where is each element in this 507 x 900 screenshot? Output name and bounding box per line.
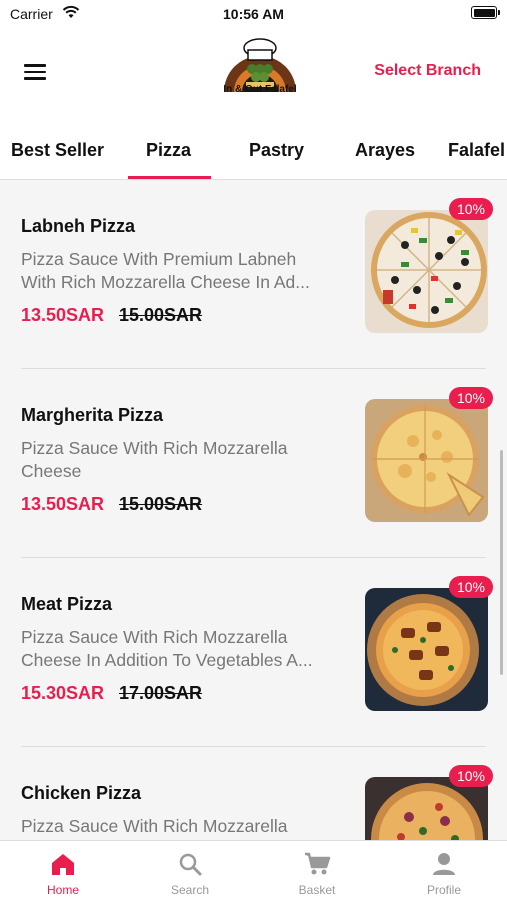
bottom-navigation: Home Search Basket Profile bbox=[0, 840, 507, 900]
product-item[interactable]: Meat Pizza Pizza Sauce With Rich Mozzare… bbox=[0, 558, 507, 747]
description-line: Pizza Sauce With Rich Mozzarella bbox=[21, 816, 288, 836]
nav-basket[interactable]: Basket bbox=[254, 841, 380, 900]
home-icon bbox=[52, 854, 74, 875]
discount-badge: 10% bbox=[449, 198, 493, 220]
discount-badge: 10% bbox=[449, 576, 493, 598]
discount-badge: 10% bbox=[449, 387, 493, 409]
description-line: With Rich Mozzarella Cheese In Ad... bbox=[21, 272, 310, 292]
tab-arayes[interactable]: Arayes bbox=[355, 140, 415, 161]
product-old-price: 17.00SAR bbox=[119, 683, 203, 703]
product-old-price: 15.00SAR bbox=[119, 305, 203, 325]
category-tabs: Best Seller Pizza Pastry Arayes Falafel bbox=[0, 120, 507, 180]
nav-label: Basket bbox=[298, 883, 336, 897]
product-old-price: 15.00SAR bbox=[119, 494, 203, 514]
product-price: 13.50SAR bbox=[21, 305, 105, 325]
nav-label: Search bbox=[170, 883, 210, 897]
description-line: Pizza Sauce With Premium Labneh bbox=[21, 249, 297, 269]
menu-line-icon bbox=[24, 70, 46, 73]
scrollbar[interactable] bbox=[500, 450, 503, 675]
product-description: Pizza Sauce With Rich Mozzarella Cheese bbox=[21, 437, 343, 483]
menu-line-icon bbox=[24, 64, 46, 67]
description-line: Cheese bbox=[21, 461, 82, 481]
tab-pizza[interactable]: Pizza bbox=[146, 140, 191, 161]
product-price: 13.50SAR bbox=[21, 494, 105, 514]
tab-falafel[interactable]: Falafel bbox=[448, 140, 505, 161]
product-name: Margherita Pizza bbox=[21, 405, 164, 425]
select-branch-button[interactable]: Select Branch bbox=[374, 62, 481, 80]
battery-icon bbox=[471, 6, 500, 19]
brand-logo-text: In & Out Falafel bbox=[223, 84, 297, 95]
menu-line-icon bbox=[24, 77, 46, 80]
tab-pastry[interactable]: Pastry bbox=[249, 140, 304, 161]
discount-badge: 10% bbox=[449, 765, 493, 787]
product-list[interactable]: Labneh Pizza Pizza Sauce With Premium La… bbox=[0, 180, 507, 840]
product-price: 15.30SAR bbox=[21, 683, 105, 703]
product-description: Pizza Sauce With Premium Labneh With Ric… bbox=[21, 248, 343, 294]
nav-search[interactable]: Search bbox=[127, 841, 253, 900]
product-name: Meat Pizza bbox=[21, 594, 113, 614]
product-description: Pizza Sauce With Rich Mozzarella Cheese … bbox=[21, 626, 343, 672]
product-description: Pizza Sauce With Rich Mozzarella bbox=[21, 815, 343, 838]
cart-icon bbox=[305, 852, 331, 875]
search-icon bbox=[179, 853, 202, 876]
product-item[interactable]: Labneh Pizza Pizza Sauce With Premium La… bbox=[0, 180, 507, 369]
description-line: Cheese In Addition To Vegetables A... bbox=[21, 650, 313, 670]
description-line: Pizza Sauce With Rich Mozzarella bbox=[21, 627, 288, 647]
nav-home[interactable]: Home bbox=[0, 841, 126, 900]
meat-pizza-image[interactable] bbox=[365, 588, 488, 711]
product-name: Labneh Pizza bbox=[21, 216, 136, 236]
status-time: 10:56 AM bbox=[223, 6, 284, 22]
profile-icon bbox=[433, 853, 455, 875]
status-bar: Carrier 10:56 AM bbox=[0, 0, 507, 30]
description-line: Pizza Sauce With Rich Mozzarella bbox=[21, 438, 288, 458]
product-name: Chicken Pizza bbox=[21, 783, 142, 803]
product-item[interactable]: Chicken Pizza Pizza Sauce With Rich Mozz… bbox=[0, 747, 507, 840]
nav-label: Home bbox=[46, 883, 79, 897]
nav-label: Profile bbox=[426, 883, 461, 897]
veggie-pizza-image[interactable] bbox=[365, 210, 488, 333]
tab-best-seller[interactable]: Best Seller bbox=[11, 140, 104, 161]
app-header: In & Out Falafel Select Branch bbox=[0, 30, 507, 120]
product-item[interactable]: Margherita Pizza Pizza Sauce With Rich M… bbox=[0, 369, 507, 558]
menu-button[interactable] bbox=[24, 63, 46, 81]
nav-profile[interactable]: Profile bbox=[381, 841, 507, 900]
cheese-pizza-image[interactable] bbox=[365, 399, 488, 522]
